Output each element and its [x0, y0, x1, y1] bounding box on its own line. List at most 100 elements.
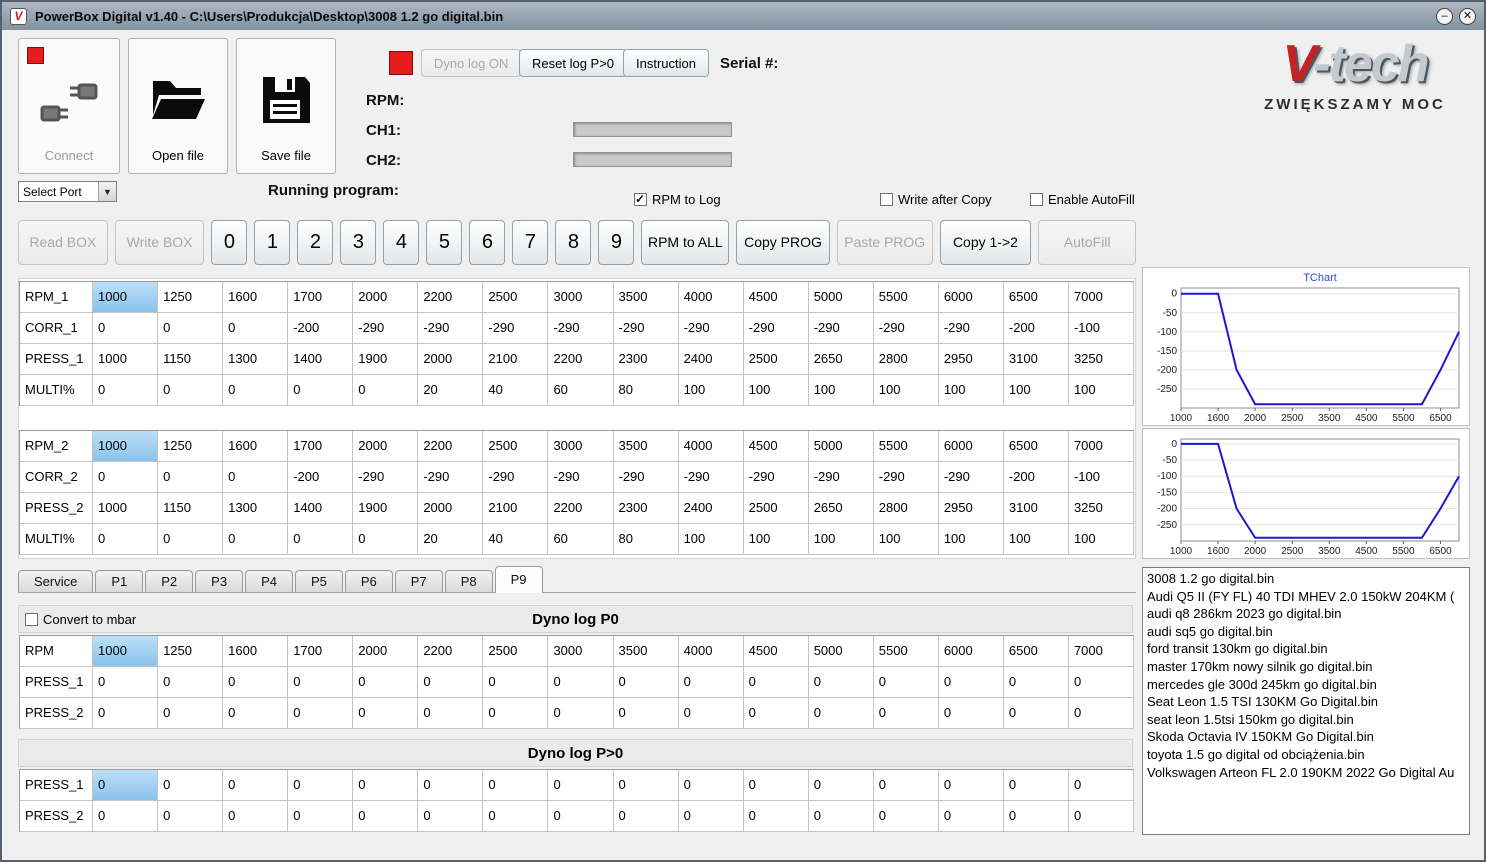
table-cell[interactable]: 0 [678, 770, 744, 801]
table-cell[interactable]: 4500 [743, 636, 809, 667]
table-cell[interactable]: 0 [223, 313, 289, 344]
tab-p3[interactable]: P3 [195, 570, 244, 593]
table-cell[interactable]: 0 [223, 524, 289, 555]
table-cell[interactable]: 100 [808, 524, 874, 555]
table-cell[interactable]: 40 [483, 524, 549, 555]
reset-log-button[interactable]: Reset log P>0 [519, 49, 628, 77]
table-cell[interactable]: 2000 [418, 344, 484, 375]
tab-p9[interactable]: P9 [494, 566, 543, 593]
table-cell[interactable]: 0 [288, 524, 354, 555]
file-list-item[interactable]: Audi Q5 II (FY FL) 40 TDI MHEV 2.0 150kW… [1147, 588, 1465, 606]
file-list-item[interactable]: ford transit 130km go digital.bin [1147, 640, 1465, 658]
table-cell[interactable]: 5000 [808, 431, 874, 462]
table-cell[interactable]: -290 [613, 462, 679, 493]
save-file-button[interactable]: Save file [236, 38, 336, 174]
table-cell[interactable]: 0 [158, 375, 224, 406]
table-cell[interactable]: 6000 [938, 431, 1004, 462]
minimize-button[interactable]: – [1436, 7, 1453, 25]
checkbox-box[interactable] [1030, 193, 1043, 206]
table-cell[interactable]: -200 [288, 462, 354, 493]
table-cell[interactable]: 2200 [418, 282, 484, 313]
table-cell[interactable]: -290 [808, 313, 874, 344]
table-cell[interactable]: 0 [158, 313, 224, 344]
table-cell[interactable]: 1600 [223, 431, 289, 462]
connect-button[interactable]: Connect [18, 38, 120, 174]
table-cell[interactable]: 2200 [548, 344, 614, 375]
file-list-item[interactable]: Volkswagen Arteon FL 2.0 190KM 2022 Go D… [1147, 764, 1465, 782]
table-cell[interactable]: 100 [873, 375, 939, 406]
table-cell[interactable]: -290 [808, 462, 874, 493]
table-cell[interactable]: -290 [938, 462, 1004, 493]
table-cell[interactable]: 100 [1068, 375, 1134, 406]
table-cell[interactable]: 0 [743, 801, 809, 832]
table-cell[interactable]: 0 [1068, 667, 1134, 698]
table-cell[interactable]: 2000 [353, 282, 419, 313]
table-cell[interactable]: 0 [548, 667, 614, 698]
table-cell[interactable]: 0 [353, 524, 419, 555]
instruction-button[interactable]: Instruction [623, 49, 709, 77]
table-cell[interactable]: 0 [678, 698, 744, 729]
table-cell[interactable]: 1000 [93, 636, 159, 667]
table-cell[interactable]: 100 [938, 375, 1004, 406]
table-cell[interactable]: 3100 [1003, 344, 1069, 375]
write-box-button[interactable]: Write BOX [114, 219, 205, 265]
rpm-to-log-checkbox[interactable]: RPM to Log [634, 192, 721, 207]
tab-p8[interactable]: P8 [444, 570, 493, 593]
table-cell[interactable]: -290 [678, 462, 744, 493]
table-cell[interactable]: 2950 [938, 493, 1004, 524]
table-cell[interactable]: 0 [873, 698, 939, 729]
copy-prog-button[interactable]: Copy PROG [736, 219, 830, 265]
write-after-copy-checkbox[interactable]: Write after Copy [880, 192, 992, 207]
file-list-item[interactable]: audi sq5 go digital.bin [1147, 623, 1465, 641]
table-cell[interactable]: 0 [93, 770, 159, 801]
table-cell[interactable]: 2200 [418, 636, 484, 667]
table-cell[interactable]: 0 [483, 770, 549, 801]
table-cell[interactable]: 0 [613, 667, 679, 698]
table-cell[interactable]: 6500 [1003, 282, 1069, 313]
rpm-to-all-button[interactable]: RPM to ALL [641, 219, 730, 265]
table-cell[interactable]: 0 [743, 698, 809, 729]
table-cell[interactable]: 0 [548, 770, 614, 801]
program-button-7[interactable]: 7 [512, 219, 549, 265]
table-cell[interactable]: 0 [548, 698, 614, 729]
open-file-button[interactable]: Open file [128, 38, 228, 174]
table-cell[interactable]: 0 [678, 801, 744, 832]
table-cell[interactable]: 2300 [613, 493, 679, 524]
table-cell[interactable]: 100 [873, 524, 939, 555]
table-cell[interactable]: 2950 [938, 344, 1004, 375]
table-cell[interactable]: 0 [808, 801, 874, 832]
table-cell[interactable]: 0 [613, 801, 679, 832]
file-list[interactable]: 3008 1.2 go digital.bin Audi Q5 II (FY FL… [1142, 567, 1470, 835]
table-cell[interactable]: 1000 [93, 493, 159, 524]
autofill-button[interactable]: AutoFill [1038, 219, 1136, 265]
table-cell[interactable]: 7000 [1068, 282, 1134, 313]
table-cell[interactable]: 7000 [1068, 636, 1134, 667]
dyno-log-on-button[interactable]: Dyno log ON [421, 49, 522, 77]
program-button-2[interactable]: 2 [297, 219, 334, 265]
tab-p6[interactable]: P6 [344, 570, 393, 593]
table-cell[interactable]: -290 [743, 462, 809, 493]
table-cell[interactable]: 7000 [1068, 431, 1134, 462]
table-cell[interactable]: 3250 [1068, 493, 1134, 524]
file-list-item[interactable]: mercedes gle 300d 245km go digital.bin [1147, 676, 1465, 694]
tab-p2[interactable]: P2 [145, 570, 194, 593]
table-cell[interactable]: 1250 [158, 636, 224, 667]
table-cell[interactable]: 0 [743, 667, 809, 698]
table-cell[interactable]: 4500 [743, 431, 809, 462]
table-cell[interactable]: -100 [1068, 462, 1134, 493]
table-cell[interactable]: 1700 [288, 636, 354, 667]
table-cell[interactable]: 100 [1068, 524, 1134, 555]
table-cell[interactable]: 0 [743, 770, 809, 801]
table-cell[interactable]: 0 [223, 770, 289, 801]
tab-p5[interactable]: P5 [294, 570, 343, 593]
table-cell[interactable]: 0 [353, 375, 419, 406]
table-cell[interactable]: 0 [158, 667, 224, 698]
table-cell[interactable]: 100 [743, 524, 809, 555]
table-cell[interactable]: -290 [938, 313, 1004, 344]
table-cell[interactable]: 0 [158, 524, 224, 555]
table-cell[interactable]: 2000 [353, 431, 419, 462]
table-cell[interactable]: 2650 [808, 344, 874, 375]
table-cell[interactable]: 0 [353, 801, 419, 832]
program-button-9[interactable]: 9 [598, 219, 635, 265]
table-cell[interactable]: 0 [1003, 667, 1069, 698]
